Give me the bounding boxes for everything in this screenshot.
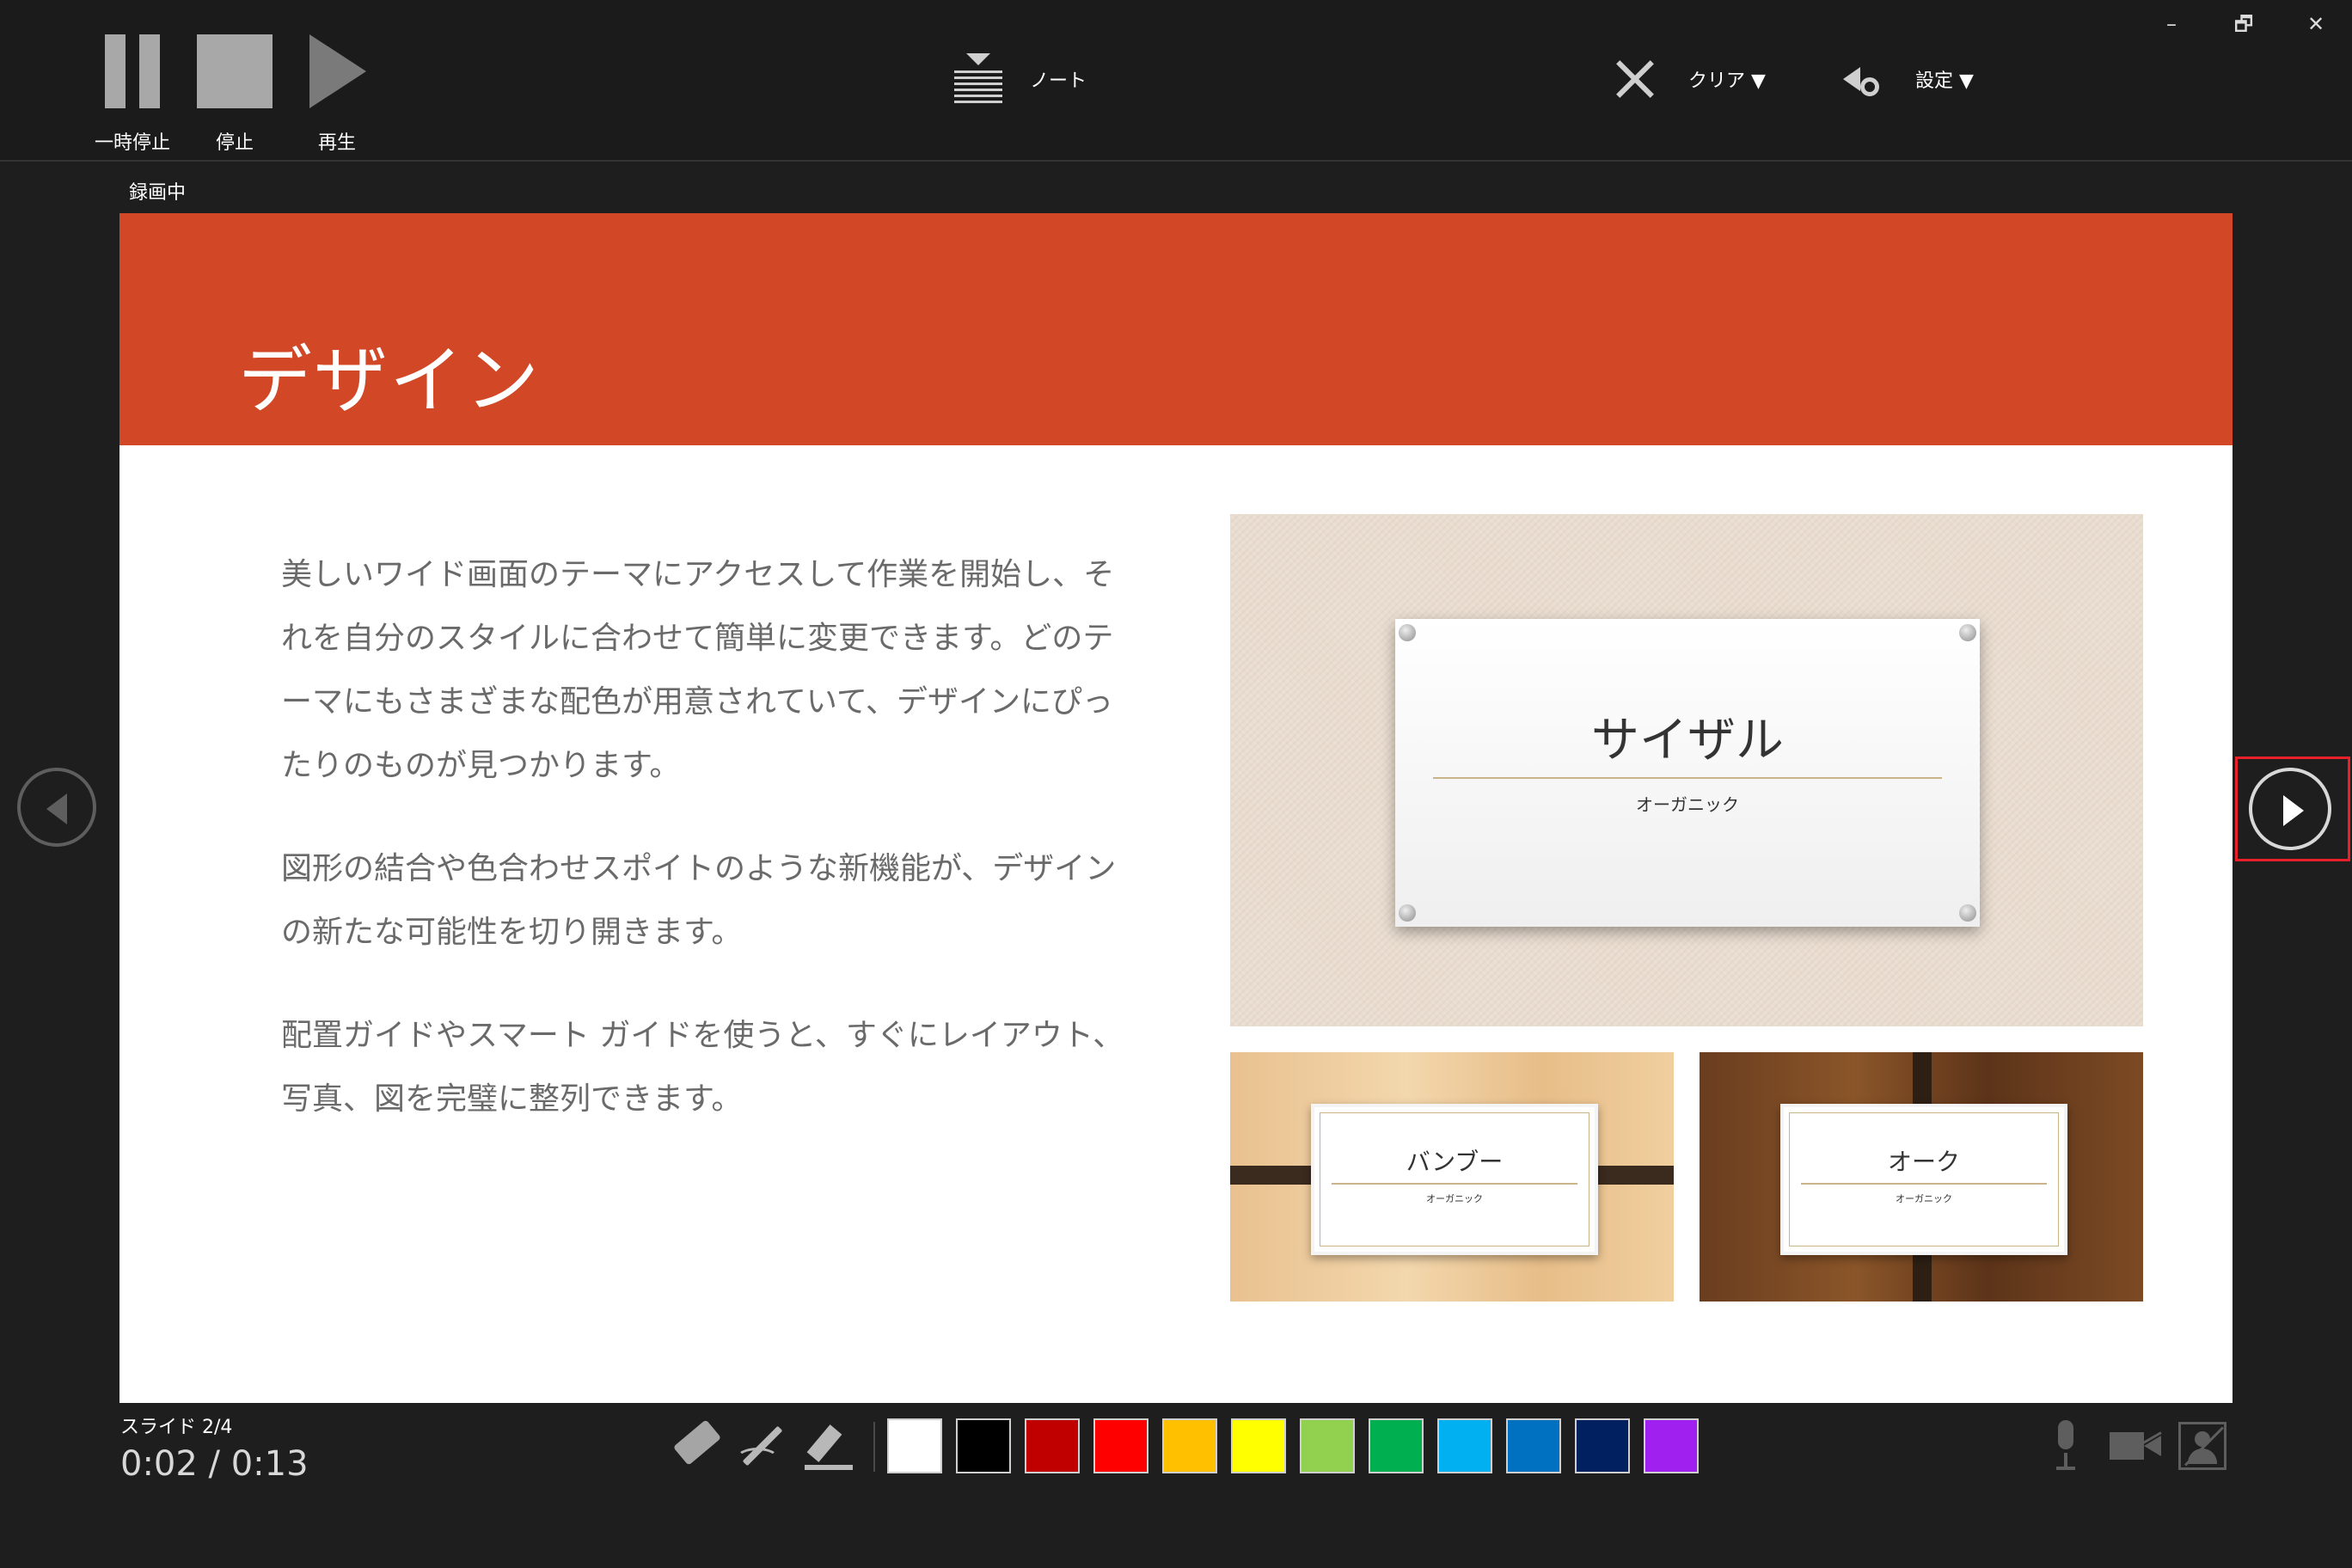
bolt-icon bbox=[1399, 904, 1416, 922]
recording-status: 録画中 bbox=[129, 182, 187, 204]
play-label: 再生 bbox=[317, 132, 356, 154]
eraser-button[interactable] bbox=[664, 1418, 722, 1473]
stop-label: 停止 bbox=[215, 132, 254, 154]
pause-label: 一時停止 bbox=[94, 132, 170, 154]
toolbar-divider bbox=[873, 1422, 875, 1472]
slide-paragraph: 図形の結合や色合わせスポイトのような新機能が、デザインの新たな可能性を切り開きま… bbox=[281, 851, 1117, 950]
close-window-button[interactable]: ✕ bbox=[2299, 9, 2333, 40]
gear-icon bbox=[1843, 60, 1883, 100]
slide-paragraph: 配置ガイドやスマート ガイドを使うと、すぐにレイアウト、写真、図を完璧に整列でき… bbox=[281, 1018, 1124, 1117]
theme-card-subtitle: オーガニック bbox=[1426, 1193, 1483, 1204]
camera-preview-button[interactable] bbox=[2178, 1422, 2226, 1470]
theme-thumbnail-sisal: サイザル オーガニック bbox=[1230, 514, 2143, 1026]
pen-color-swatch[interactable] bbox=[1644, 1418, 1699, 1473]
clear-label: クリア ▼ bbox=[1688, 70, 1766, 92]
theme-card: オーク オーガニック bbox=[1780, 1104, 2067, 1255]
notes-icon bbox=[954, 53, 1002, 105]
slide-body-text: 美しいワイド画面のテーマにアクセスして作業を開始し、それを自分のスタイルに合わせ… bbox=[281, 543, 1141, 1171]
slide-title-band: デザイン bbox=[119, 213, 2233, 445]
pen-button[interactable] bbox=[732, 1418, 789, 1473]
slide-canvas: デザイン 美しいワイド画面のテーマにアクセスして作業を開始し、それを自分のスタイ… bbox=[119, 213, 2233, 1403]
theme-card-subtitle: オーガニック bbox=[1896, 1193, 1952, 1204]
pen-color-swatch[interactable] bbox=[1162, 1418, 1217, 1473]
slide-counter: スライド 2/4 bbox=[120, 1417, 233, 1438]
play-button[interactable]: 再生 bbox=[306, 34, 368, 155]
pen-color-swatch[interactable] bbox=[956, 1418, 1011, 1473]
restore-button[interactable]: 🗗 bbox=[2226, 9, 2261, 40]
microphone-button[interactable] bbox=[2051, 1420, 2080, 1472]
bolt-icon bbox=[1959, 904, 1976, 922]
previous-slide-button[interactable] bbox=[17, 768, 96, 847]
pen-color-swatch[interactable] bbox=[1437, 1418, 1492, 1473]
chevron-right-icon bbox=[2283, 795, 2304, 826]
theme-thumbnail-bamboo: バンブー オーガニック bbox=[1230, 1052, 1674, 1302]
recording-window: 一時停止 停止 再生 ノート クリア ▼ 設定 ▼ – 🗗 ✕ 録画中 デザイン… bbox=[0, 0, 2352, 1568]
theme-card-subtitle: オーガニック bbox=[1636, 794, 1739, 815]
bolt-icon bbox=[1399, 624, 1416, 641]
theme-card-rule bbox=[1433, 777, 1942, 779]
pen-color-swatch[interactable] bbox=[1369, 1418, 1424, 1473]
pen-color-swatch[interactable] bbox=[1093, 1418, 1148, 1473]
highlighter-button[interactable] bbox=[801, 1418, 858, 1473]
camera-button[interactable] bbox=[2110, 1427, 2165, 1465]
recording-timer: 0:02 / 0:13 bbox=[120, 1444, 309, 1484]
pause-icon bbox=[105, 34, 160, 108]
theme-thumbnail-oak: オーク オーガニック bbox=[1700, 1052, 2143, 1302]
theme-card-title: オーク bbox=[1887, 1148, 1960, 1176]
pen-color-swatch[interactable] bbox=[1575, 1418, 1630, 1473]
chevron-left-icon bbox=[46, 793, 67, 824]
next-slide-button[interactable] bbox=[2249, 768, 2331, 850]
eraser-icon bbox=[672, 1419, 722, 1466]
theme-card: サイザル オーガニック bbox=[1395, 619, 1980, 927]
slide-paragraph: 美しいワイド画面のテーマにアクセスして作業を開始し、それを自分のスタイルに合わせ… bbox=[281, 557, 1115, 783]
theme-card-rule bbox=[1332, 1183, 1577, 1185]
theme-card-title: バンブー bbox=[1406, 1148, 1504, 1176]
pen-color-swatch[interactable] bbox=[1231, 1418, 1286, 1473]
close-icon bbox=[1616, 60, 1654, 98]
pen-color-swatch[interactable] bbox=[887, 1418, 942, 1473]
settings-label: 設定 ▼ bbox=[1915, 70, 1974, 92]
notes-label: ノート bbox=[1030, 70, 1087, 92]
play-icon bbox=[309, 34, 366, 108]
stop-icon bbox=[197, 34, 273, 108]
pen-color-swatch[interactable] bbox=[1506, 1418, 1561, 1473]
pause-button[interactable]: 一時停止 bbox=[91, 34, 174, 155]
pen-color-swatch[interactable] bbox=[1025, 1418, 1080, 1473]
minimize-button[interactable]: – bbox=[2154, 9, 2189, 40]
pen-color-swatch[interactable] bbox=[1300, 1418, 1355, 1473]
stop-button[interactable]: 停止 bbox=[196, 34, 273, 155]
theme-card-title: サイザル bbox=[1591, 713, 1784, 769]
recording-toolbar: 一時停止 停止 再生 ノート クリア ▼ 設定 ▼ – 🗗 ✕ bbox=[0, 0, 2352, 162]
bolt-icon bbox=[1959, 624, 1976, 641]
theme-card: バンブー オーガニック bbox=[1311, 1104, 1598, 1255]
theme-card-rule bbox=[1801, 1183, 2047, 1185]
slide-title: デザイン bbox=[238, 338, 541, 424]
